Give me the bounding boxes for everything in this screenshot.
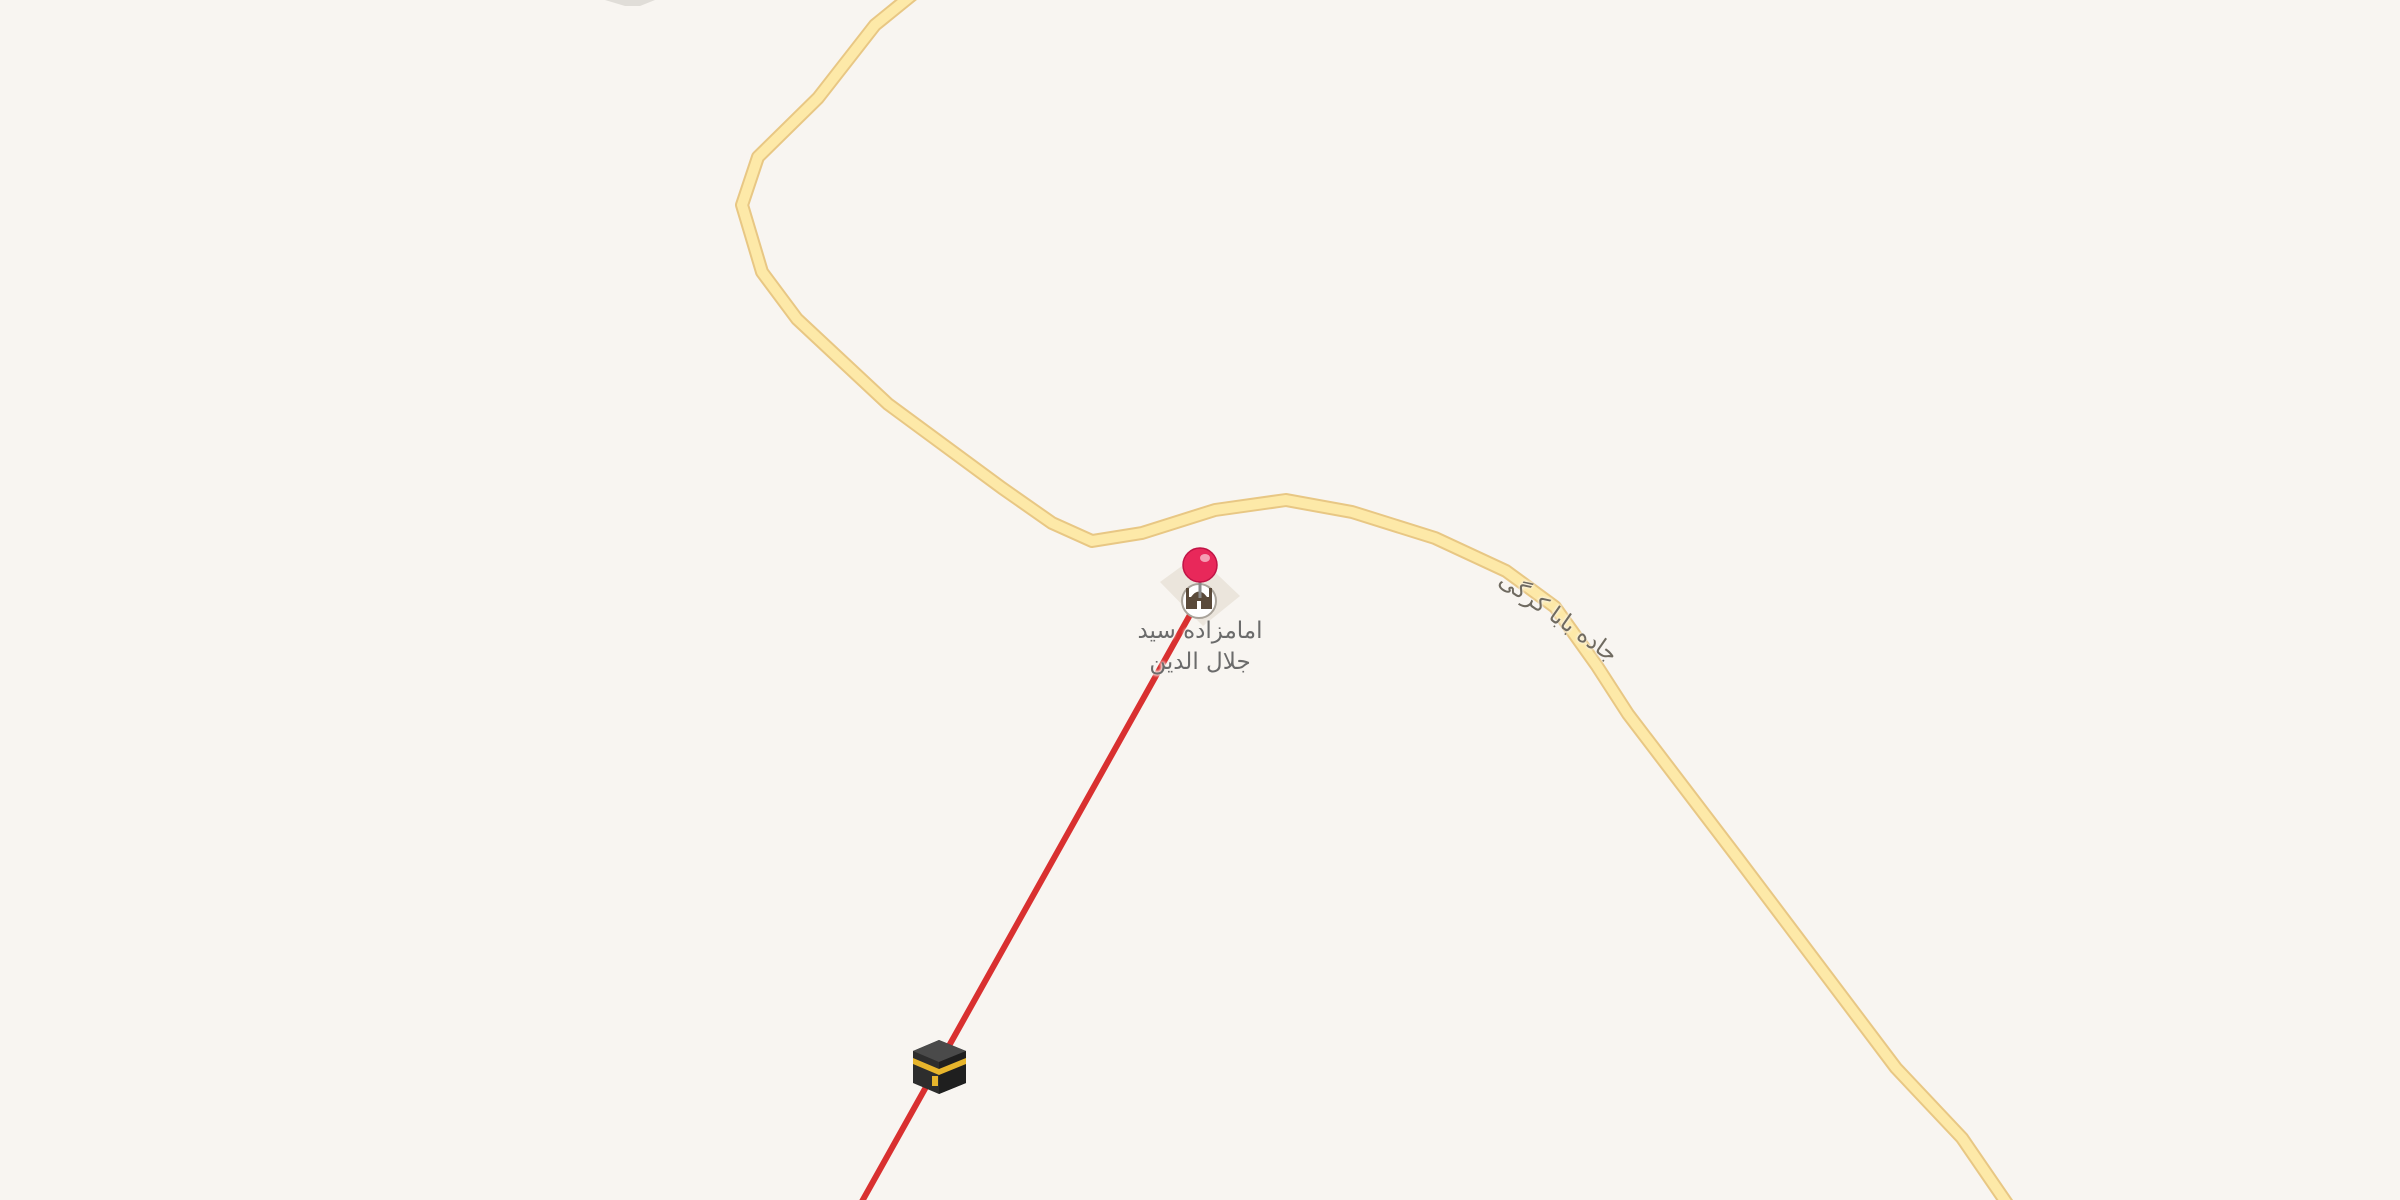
road-baba-kargi[interactable] bbox=[735, 0, 2014, 1200]
road-fill bbox=[737, 0, 2011, 1200]
qibla-direction-line bbox=[859, 594, 1203, 1200]
poi-label-line1: امامزاده سید bbox=[1137, 618, 1263, 644]
road-casing bbox=[735, 0, 2014, 1200]
map-canvas[interactable] bbox=[0, 0, 2400, 1200]
kaaba-icon[interactable] bbox=[913, 1040, 966, 1094]
map-area-shape bbox=[605, 0, 655, 6]
poi-label-line2: جلال الدین bbox=[1149, 649, 1251, 675]
poi-label-shrine[interactable]: امامزاده سید جلال الدین bbox=[1100, 616, 1300, 678]
